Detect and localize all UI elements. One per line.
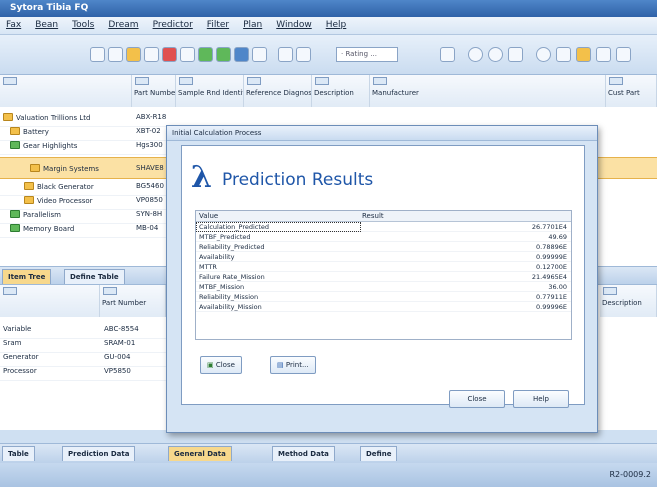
data-tabs: Table Prediction Data General Data Metho… bbox=[0, 443, 657, 463]
tree-row[interactable]: Video Processor VP0850 bbox=[0, 196, 176, 210]
result-row[interactable]: MTBF_Predicted 49.69 bbox=[196, 232, 571, 242]
result-row[interactable]: Failure Rate_Mission 21.4965E4 bbox=[196, 272, 571, 282]
grid-icon[interactable] bbox=[252, 47, 267, 62]
result-row[interactable]: MTBF_Mission 36.00 bbox=[196, 282, 571, 292]
close-icon: ▣ bbox=[207, 361, 216, 369]
menu-file[interactable]: Fax bbox=[6, 20, 21, 34]
window-title: Sytora Tibia FQ bbox=[10, 3, 89, 13]
tree-row[interactable]: Parallelism SYN-8H bbox=[0, 210, 176, 224]
table-row[interactable]: Generator GU-004 bbox=[0, 353, 170, 367]
tab-table[interactable]: Table bbox=[2, 446, 35, 461]
export-icon[interactable] bbox=[576, 47, 591, 62]
status-text: R2-0009.2 bbox=[609, 470, 651, 479]
calculate-icon[interactable] bbox=[216, 47, 231, 62]
dialog-help-button[interactable]: Help bbox=[513, 390, 569, 408]
status-bar: R2-0009.2 bbox=[0, 463, 657, 487]
filter-icon[interactable] bbox=[278, 47, 293, 62]
print-button[interactable]: ▤ Print... bbox=[270, 356, 316, 374]
stop-icon[interactable] bbox=[488, 47, 503, 62]
sync-icon[interactable] bbox=[536, 47, 551, 62]
tree-row[interactable]: Valuation Trillions Ltd ABX-R18 bbox=[0, 113, 176, 127]
window-title-bar: Sytora Tibia FQ bbox=[0, 0, 657, 17]
settings-icon[interactable] bbox=[596, 47, 611, 62]
result-row[interactable]: Calculation_Predicted 26.7701E4 bbox=[196, 222, 571, 232]
dialog-close-button[interactable]: Close bbox=[449, 390, 505, 408]
col-head-desc[interactable]: Description bbox=[600, 285, 657, 317]
cut-icon[interactable] bbox=[180, 47, 195, 62]
results-table: Value Result Calculation_Predicted 26.7701… bbox=[195, 210, 572, 340]
delete-icon[interactable] bbox=[162, 47, 177, 62]
table-row[interactable]: Sram SRAM-01 bbox=[0, 339, 170, 353]
dialog-title: Initial Calculation Process bbox=[167, 126, 597, 141]
table-row[interactable]: Processor VP5850 bbox=[0, 367, 170, 381]
open-icon[interactable] bbox=[108, 47, 123, 62]
funnel-icon[interactable] bbox=[296, 47, 311, 62]
run-icon[interactable] bbox=[198, 47, 213, 62]
print-icon[interactable] bbox=[616, 47, 631, 62]
toolbar: · Rating ... bbox=[0, 35, 657, 75]
window-icon[interactable] bbox=[508, 47, 523, 62]
zoom-icon[interactable] bbox=[440, 47, 455, 62]
pen-icon[interactable] bbox=[556, 47, 571, 62]
col-head-cust[interactable]: Cust Part bbox=[606, 75, 657, 107]
folder-icon[interactable] bbox=[126, 47, 141, 62]
calculation-dialog: Initial Calculation Process λ Prediction… bbox=[166, 125, 598, 433]
tab-prediction-data[interactable]: Prediction Data bbox=[62, 446, 136, 461]
col-head-description[interactable]: Description bbox=[312, 75, 370, 107]
menu-plan[interactable]: Plan bbox=[243, 20, 262, 34]
prediction-title: Prediction Results bbox=[222, 170, 374, 190]
toolbar-filter-field[interactable]: · Rating ... bbox=[336, 47, 398, 62]
col-head-manufacturer[interactable]: Manufacturer bbox=[370, 75, 606, 107]
chart-icon[interactable] bbox=[234, 47, 249, 62]
tree-row[interactable]: Battery XBT-02 bbox=[0, 127, 176, 141]
result-row[interactable]: Availability 0.99999E bbox=[196, 252, 571, 262]
close-results-button[interactable]: ▣ Close bbox=[200, 356, 242, 374]
tab-general-data[interactable]: General Data bbox=[168, 446, 232, 461]
menu-tools[interactable]: Tools bbox=[72, 20, 94, 34]
menu-predictor[interactable]: Predictor bbox=[153, 20, 193, 34]
menu-dream[interactable]: Dream bbox=[108, 20, 138, 34]
col-head-sample[interactable]: Sample Rnd Identifier bbox=[176, 75, 244, 107]
tab-define[interactable]: Define bbox=[360, 446, 398, 461]
print-icon: ▤ bbox=[277, 361, 286, 369]
new-icon[interactable] bbox=[90, 47, 105, 62]
prediction-results-panel: λ Prediction Results Value Result Calcula… bbox=[181, 145, 585, 405]
lambda-icon: λ bbox=[191, 160, 213, 195]
menu-filter[interactable]: Filter bbox=[207, 20, 229, 34]
result-row[interactable]: Availability_Mission 0.99996E bbox=[196, 302, 571, 312]
tab-define-table[interactable]: Define Table bbox=[64, 269, 125, 284]
save-icon[interactable] bbox=[144, 47, 159, 62]
result-row[interactable]: Reliability_Predicted 0.78896E bbox=[196, 242, 571, 252]
results-header: Value Result bbox=[196, 211, 571, 222]
col-head-reference[interactable]: Reference Diagnostics bbox=[244, 75, 312, 107]
menu-beam[interactable]: Bean bbox=[35, 20, 58, 34]
col-head-part-number[interactable]: Part Number bbox=[100, 285, 166, 317]
tab-method-data[interactable]: Method Data bbox=[272, 446, 335, 461]
menu-window[interactable]: Window bbox=[276, 20, 312, 34]
result-row[interactable]: MTTR 0.12700E bbox=[196, 262, 571, 272]
result-row[interactable]: Reliability_Mission 0.77911E bbox=[196, 292, 571, 302]
tab-item-tree[interactable]: Item Tree bbox=[2, 269, 52, 284]
col-head-name[interactable] bbox=[0, 285, 100, 317]
refresh-icon[interactable] bbox=[468, 47, 483, 62]
tree-row[interactable]: Black Generator BG5460 bbox=[0, 182, 176, 196]
tree-row[interactable]: Gear Highlights Hgs300 bbox=[0, 141, 176, 155]
col-head-part[interactable]: Part Number bbox=[132, 75, 176, 107]
col-head-tree[interactable] bbox=[0, 75, 132, 107]
menu-bar: Fax Bean Tools Dream Predictor Filter Pl… bbox=[0, 17, 657, 35]
menu-help[interactable]: Help bbox=[326, 20, 347, 34]
tree-row[interactable]: Memory Board MB-04 bbox=[0, 224, 176, 238]
table-row[interactable]: Variable ABC-8554 bbox=[0, 325, 170, 339]
